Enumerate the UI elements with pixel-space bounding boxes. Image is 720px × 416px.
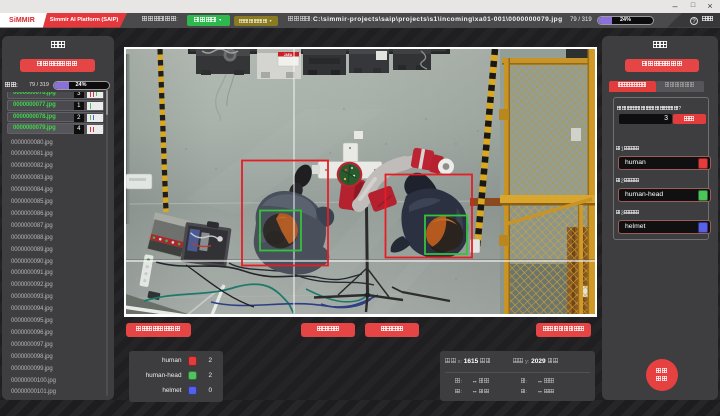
svg-text:JAEA: JAEA [284, 53, 293, 57]
